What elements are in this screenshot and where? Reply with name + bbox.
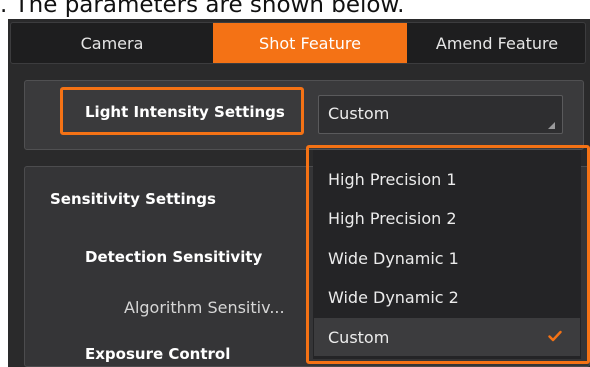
tree-sensitivity-settings[interactable]: Sensitivity Settings — [50, 190, 216, 208]
dropdown-corner-icon — [548, 122, 555, 129]
option-high-precision-2[interactable]: High Precision 2 — [314, 199, 580, 237]
tree-algorithm-sensitivity[interactable]: Algorithm Sensitiv... — [124, 298, 285, 317]
option-wide-dynamic-2[interactable]: Wide Dynamic 2 — [314, 278, 580, 316]
tab-camera[interactable]: Camera — [11, 23, 213, 63]
checkmark-icon — [548, 330, 562, 342]
option-wide-dynamic-1[interactable]: Wide Dynamic 1 — [314, 239, 580, 277]
option-custom[interactable]: Custom — [314, 318, 580, 356]
tree-exposure-control[interactable]: Exposure Control — [85, 345, 230, 363]
caption-text: . The parameters are shown below. — [0, 0, 405, 18]
tab-bar: Camera Shot Feature Amend Feature — [10, 22, 586, 64]
option-high-precision-1[interactable]: High Precision 1 — [314, 160, 580, 198]
light-intensity-label: Light Intensity Settings — [85, 103, 285, 121]
tree-detection-sensitivity[interactable]: Detection Sensitivity — [85, 248, 262, 266]
tab-amend-feature[interactable]: Amend Feature — [407, 23, 585, 63]
select-current-value: Custom — [328, 104, 390, 123]
tab-shot-feature[interactable]: Shot Feature — [213, 23, 407, 63]
